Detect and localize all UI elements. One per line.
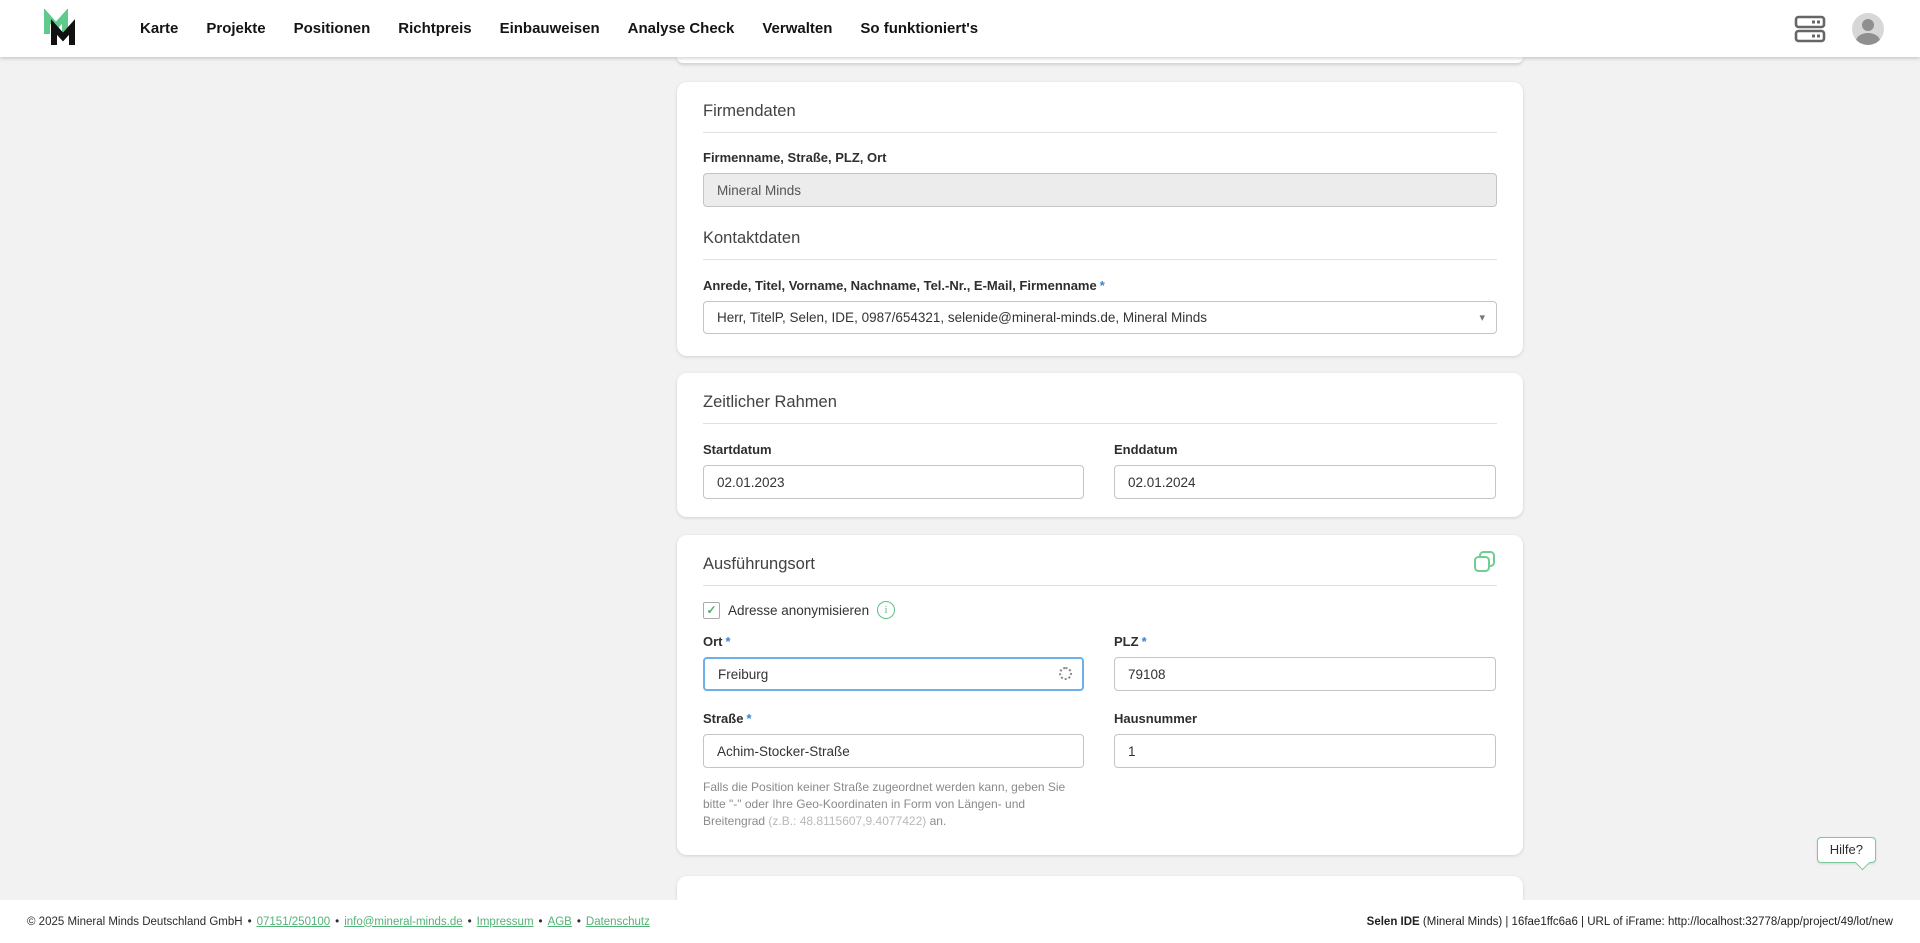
hausnummer-label: Hausnummer [1114, 711, 1496, 727]
footer-link-datenschutz[interactable]: Datenschutz [586, 916, 650, 928]
startdatum-input[interactable] [703, 465, 1084, 499]
server-icon[interactable] [1794, 14, 1826, 44]
avatar-head-icon [1862, 19, 1874, 31]
copyright-text: © 2025 Mineral Minds Deutschland GmbH [27, 916, 243, 928]
company-input [703, 173, 1497, 207]
help-button[interactable]: Hilfe? [1817, 837, 1876, 863]
nav-item-so-funktionierts[interactable]: So funktioniert's [860, 20, 978, 37]
checkmark-icon: ✓ [706, 603, 716, 617]
chevron-down-icon: ▾ [1479, 311, 1485, 324]
separator: • [577, 916, 581, 928]
user-avatar[interactable] [1852, 13, 1884, 45]
plz-input[interactable] [1114, 657, 1496, 691]
startdatum-label: Startdatum [703, 442, 1084, 458]
footer-iframe-url: (Mineral Minds) | 16fae1ffc6a6 | URL of … [1420, 916, 1893, 928]
separator: • [539, 916, 543, 928]
footer-link-phone[interactable]: 07151/250100 [257, 916, 331, 928]
contact-select[interactable]: Herr, TitelP, Selen, IDE, 0987/654321, s… [703, 301, 1497, 334]
divider [703, 423, 1497, 424]
zeitlicher-rahmen-title: Zeitlicher Rahmen [703, 393, 1497, 412]
help-text-suffix: an. [926, 814, 946, 828]
nav-item-projekte[interactable]: Projekte [206, 20, 265, 37]
nav-item-analyse-check[interactable]: Analyse Check [628, 20, 735, 37]
footer-left: © 2025 Mineral Minds Deutschland GmbH • … [27, 916, 650, 928]
zeitlicher-rahmen-card: Zeitlicher Rahmen Startdatum Enddatum [677, 373, 1523, 517]
footer-link-impressum[interactable]: Impressum [477, 916, 534, 928]
required-asterisk: * [726, 634, 731, 649]
help-text-example: (z.B.: 48.8115607,9.4077422) [768, 814, 926, 828]
kontaktdaten-title: Kontaktdaten [703, 229, 1497, 248]
form-column: Firmendaten Firmenname, Straße, PLZ, Ort… [677, 57, 1523, 900]
contact-label-text: Anrede, Titel, Vorname, Nachname, Tel.-N… [703, 278, 1097, 293]
anonymize-checkbox[interactable]: ✓ [703, 602, 720, 619]
divider [703, 132, 1497, 133]
footer: © 2025 Mineral Minds Deutschland GmbH • … [0, 900, 1920, 943]
required-asterisk: * [1100, 278, 1105, 293]
separator: • [335, 916, 339, 928]
nav-item-karte[interactable]: Karte [140, 20, 178, 37]
copy-icon[interactable] [1472, 549, 1497, 574]
anonymize-label: Adresse anonymisieren [728, 603, 869, 618]
divider [703, 259, 1497, 260]
ausfuehrungsort-card: Ausführungsort ✓ Adresse anonymisieren i… [677, 535, 1523, 855]
firmendaten-card: Firmendaten Firmenname, Straße, PLZ, Ort… [677, 82, 1523, 356]
plz-label-text: PLZ [1114, 634, 1139, 649]
plz-field-group: PLZ* [1114, 634, 1496, 691]
previous-card-bottom-edge [677, 57, 1523, 63]
ort-label: Ort* [703, 634, 1084, 650]
contact-select-value: Herr, TitelP, Selen, IDE, 0987/654321, s… [717, 310, 1207, 325]
contact-label: Anrede, Titel, Vorname, Nachname, Tel.-N… [703, 278, 1497, 294]
hausnummer-input[interactable] [1114, 734, 1496, 768]
required-asterisk: * [746, 711, 751, 726]
main-nav: Karte Projekte Positionen Richtpreis Ein… [140, 20, 978, 37]
strasse-label: Straße* [703, 711, 1084, 727]
ort-input[interactable] [703, 657, 1084, 691]
loading-spinner-icon [1059, 667, 1072, 680]
top-nav-bar: Karte Projekte Positionen Richtpreis Ein… [0, 0, 1920, 57]
startdatum-field-group: Startdatum [703, 442, 1084, 499]
required-asterisk: * [1142, 634, 1147, 649]
footer-debug-info: Selen IDE (Mineral Minds) | 16fae1ffc6a6… [1367, 916, 1893, 928]
separator: • [248, 916, 252, 928]
nav-item-richtpreis[interactable]: Richtpreis [398, 20, 471, 37]
header-right [1794, 13, 1884, 45]
nav-item-positionen[interactable]: Positionen [294, 20, 371, 37]
hausnummer-field-group: Hausnummer [1114, 711, 1496, 768]
ausfuehrungsort-title: Ausführungsort [703, 555, 815, 574]
next-card-top-edge [677, 876, 1523, 900]
ort-field-group: Ort* [703, 634, 1084, 691]
plz-label: PLZ* [1114, 634, 1496, 650]
avatar-body-icon [1856, 33, 1880, 45]
page: Karte Projekte Positionen Richtpreis Ein… [0, 0, 1920, 943]
strasse-help-text: Falls die Position keiner Straße zugeord… [703, 779, 1081, 830]
nav-item-verwalten[interactable]: Verwalten [762, 20, 832, 37]
company-label: Firmenname, Straße, PLZ, Ort [703, 150, 1497, 166]
strasse-field-group: Straße* [703, 711, 1084, 768]
separator: • [468, 916, 472, 928]
firmendaten-title: Firmendaten [703, 102, 1497, 121]
divider [703, 585, 1497, 586]
info-icon[interactable]: i [877, 601, 895, 619]
strasse-input[interactable] [703, 734, 1084, 768]
enddatum-field-group: Enddatum [1114, 442, 1496, 499]
enddatum-label: Enddatum [1114, 442, 1496, 458]
ort-label-text: Ort [703, 634, 723, 649]
mineral-minds-logo-icon[interactable] [40, 9, 80, 49]
enddatum-input[interactable] [1114, 465, 1496, 499]
footer-ide-name: Selen IDE [1367, 916, 1420, 928]
strasse-label-text: Straße [703, 711, 743, 726]
footer-link-agb[interactable]: AGB [548, 916, 572, 928]
footer-link-email[interactable]: info@mineral-minds.de [344, 916, 462, 928]
nav-item-einbauweisen[interactable]: Einbauweisen [500, 20, 600, 37]
